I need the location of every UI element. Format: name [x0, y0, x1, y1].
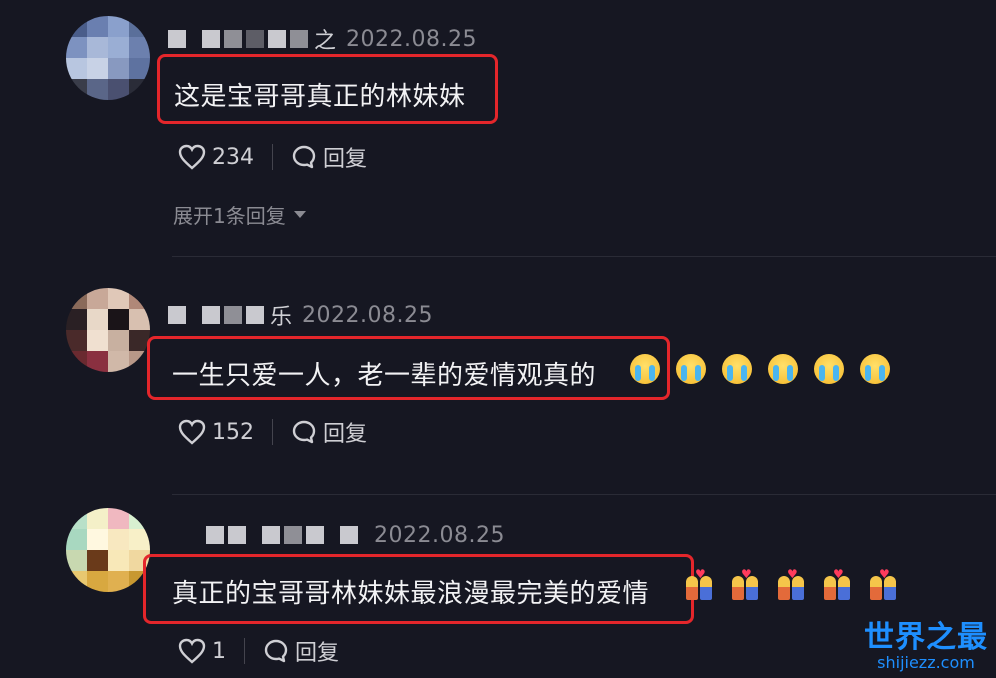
expand-replies-label: 展开1条回复: [173, 204, 286, 228]
like-count: 1: [212, 638, 226, 664]
avatar[interactable]: [66, 288, 150, 372]
couple-with-heart-icon: ♥: [868, 568, 898, 601]
couple-with-heart-icon: ♥: [684, 568, 714, 601]
divider: [272, 419, 273, 445]
like-button[interactable]: 234: [178, 144, 254, 170]
comment-actions: 152 回复: [178, 417, 367, 447]
comment-meta: 乐 2022.08.25: [168, 299, 433, 331]
comment-actions: 234 回复: [178, 142, 367, 172]
watermark-title: 世界之最: [864, 620, 988, 655]
watermark-url: shijiezz.com: [877, 653, 975, 672]
avatar[interactable]: [66, 508, 150, 592]
like-button[interactable]: 152: [178, 419, 254, 445]
heart-icon: [178, 638, 206, 664]
heart-icon: [178, 144, 206, 170]
reply-button[interactable]: 回复: [291, 416, 367, 448]
couple-with-heart-icon: ♥: [730, 568, 760, 601]
comment-bubble-icon: [291, 144, 317, 170]
comment-date: 2022.08.25: [346, 26, 477, 52]
reply-label: 回复: [323, 422, 368, 447]
section-divider: [172, 494, 996, 495]
reply-button[interactable]: 回复: [291, 141, 367, 173]
comment-actions: 1 回复: [178, 636, 339, 666]
divider: [244, 638, 245, 664]
comment-meta: 之 2022.08.25: [168, 23, 477, 55]
chevron-down-icon: [293, 211, 306, 218]
like-button[interactable]: 1: [178, 638, 226, 664]
comment-text: 真正的宝哥哥林妹妹最浪漫最完美的爱情: [172, 579, 650, 609]
comment-text: 这是宝哥哥真正的林妹妹: [174, 82, 466, 112]
reply-button[interactable]: 回复: [263, 635, 339, 667]
divider: [272, 144, 273, 170]
watermark: 世界之最 shijiezz.com: [864, 622, 988, 672]
emoji-row: [630, 354, 890, 384]
section-divider: [172, 256, 996, 257]
heart-icon: [178, 419, 206, 445]
comment-meta: 2022.08.25: [206, 522, 505, 548]
crying-face-icon: [630, 354, 660, 384]
couple-with-heart-icon: ♥: [776, 568, 806, 601]
crying-face-icon: [722, 354, 752, 384]
username[interactable]: 之: [168, 23, 336, 55]
avatar[interactable]: [66, 16, 150, 100]
username[interactable]: 乐: [168, 299, 292, 331]
comment-date: 2022.08.25: [302, 302, 433, 328]
crying-face-icon: [814, 354, 844, 384]
like-count: 234: [212, 144, 254, 170]
comment-bubble-icon: [263, 638, 289, 664]
username[interactable]: [206, 526, 364, 544]
reply-label: 回复: [323, 147, 368, 172]
comment-text: 一生只爱一人，老一辈的爱情观真的: [172, 361, 597, 391]
comment-date: 2022.08.25: [374, 522, 505, 548]
comment-bubble-icon: [291, 419, 317, 445]
like-count: 152: [212, 419, 254, 445]
couple-with-heart-icon: ♥: [822, 568, 852, 601]
expand-replies-button[interactable]: 展开1条回复: [173, 200, 306, 229]
crying-face-icon: [676, 354, 706, 384]
crying-face-icon: [768, 354, 798, 384]
crying-face-icon: [860, 354, 890, 384]
emoji-row: ♥ ♥ ♥ ♥ ♥: [684, 568, 898, 601]
reply-label: 回复: [295, 641, 340, 666]
